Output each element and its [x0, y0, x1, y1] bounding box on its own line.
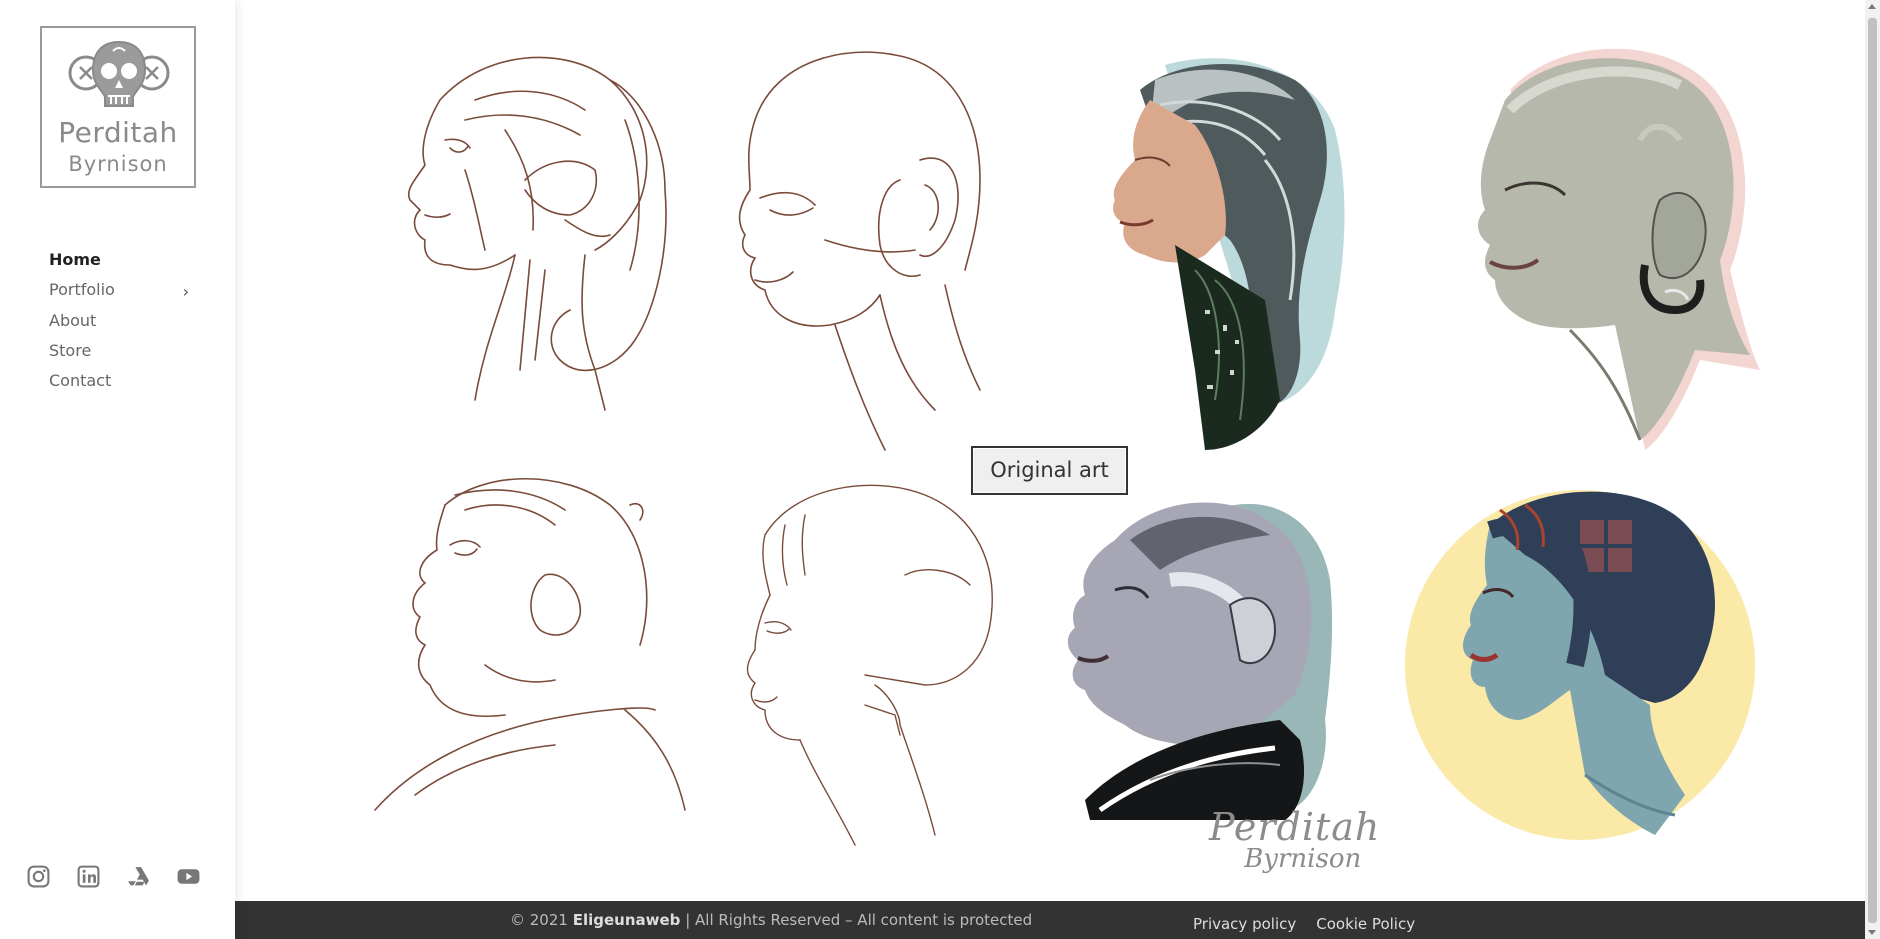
nav-item-portfolio[interactable]: Portfolio › — [49, 278, 189, 308]
signature-line-1: Perditah — [1209, 805, 1381, 849]
logo-first-name: Perditah — [58, 116, 178, 149]
painting-old-woman-grey-hair — [1113, 58, 1345, 450]
artist-signature: Perditah Byrnison — [1209, 808, 1380, 872]
chevron-right-icon[interactable]: › — [183, 280, 189, 304]
signature-line-2: Byrnison — [1244, 844, 1362, 874]
copyright-prefix: © 2021 — [510, 911, 573, 929]
scrollbar-thumb[interactable] — [1868, 18, 1877, 923]
footer-links: Privacy policy Cookie Policy — [1193, 915, 1415, 933]
sketch-old-woman-ponytail — [407, 56, 667, 411]
main-nav: Home Portfolio › About Store Contact — [49, 248, 189, 399]
sidebar: Perditah Byrnison Home Portfolio › About… — [0, 0, 235, 939]
vertical-scrollbar[interactable] — [1865, 0, 1880, 939]
sketch-bald-head — [738, 51, 981, 451]
company-link[interactable]: Eligeunaweb — [573, 911, 681, 929]
site-logo[interactable]: Perditah Byrnison — [40, 26, 196, 188]
nav-item-store[interactable]: Store — [49, 339, 189, 369]
footer: © 2021 Eligeunaweb | All Rights Reserved… — [235, 901, 1865, 939]
artstation-icon[interactable] — [126, 864, 151, 889]
page: Perditah Byrnison Home Portfolio › About… — [0, 0, 1880, 939]
nav-item-about[interactable]: About — [49, 309, 189, 339]
sugar-skull-icon — [68, 40, 170, 107]
nav-item-home[interactable]: Home — [49, 248, 189, 278]
scroll-down-arrow-icon[interactable] — [1868, 930, 1876, 935]
scroll-up-arrow-icon[interactable] — [1868, 4, 1876, 9]
painting-blue-woman-sun — [1405, 490, 1755, 840]
cookie-policy-link[interactable]: Cookie Policy — [1316, 915, 1415, 933]
linkedin-icon[interactable] — [76, 864, 101, 889]
copyright-text: © 2021 Eligeunaweb | All Rights Reserved… — [510, 911, 1032, 929]
youtube-icon[interactable] — [176, 864, 201, 889]
sketch-woman-bob — [746, 484, 993, 846]
painting-man-profile — [1067, 502, 1333, 820]
instagram-icon[interactable] — [26, 864, 51, 889]
social-links — [26, 864, 201, 889]
nav-item-contact[interactable]: Contact — [49, 369, 189, 399]
nav-item-portfolio-label: Portfolio — [49, 280, 115, 300]
privacy-policy-link[interactable]: Privacy policy — [1193, 915, 1296, 933]
logo-last-name: Byrnison — [68, 152, 168, 176]
copyright-suffix: | All Rights Reserved – All content is p… — [680, 911, 1033, 929]
sketch-old-man — [374, 477, 686, 811]
original-art-button[interactable]: Original art — [971, 446, 1128, 495]
painting-bald-head-earring — [1478, 48, 1760, 450]
